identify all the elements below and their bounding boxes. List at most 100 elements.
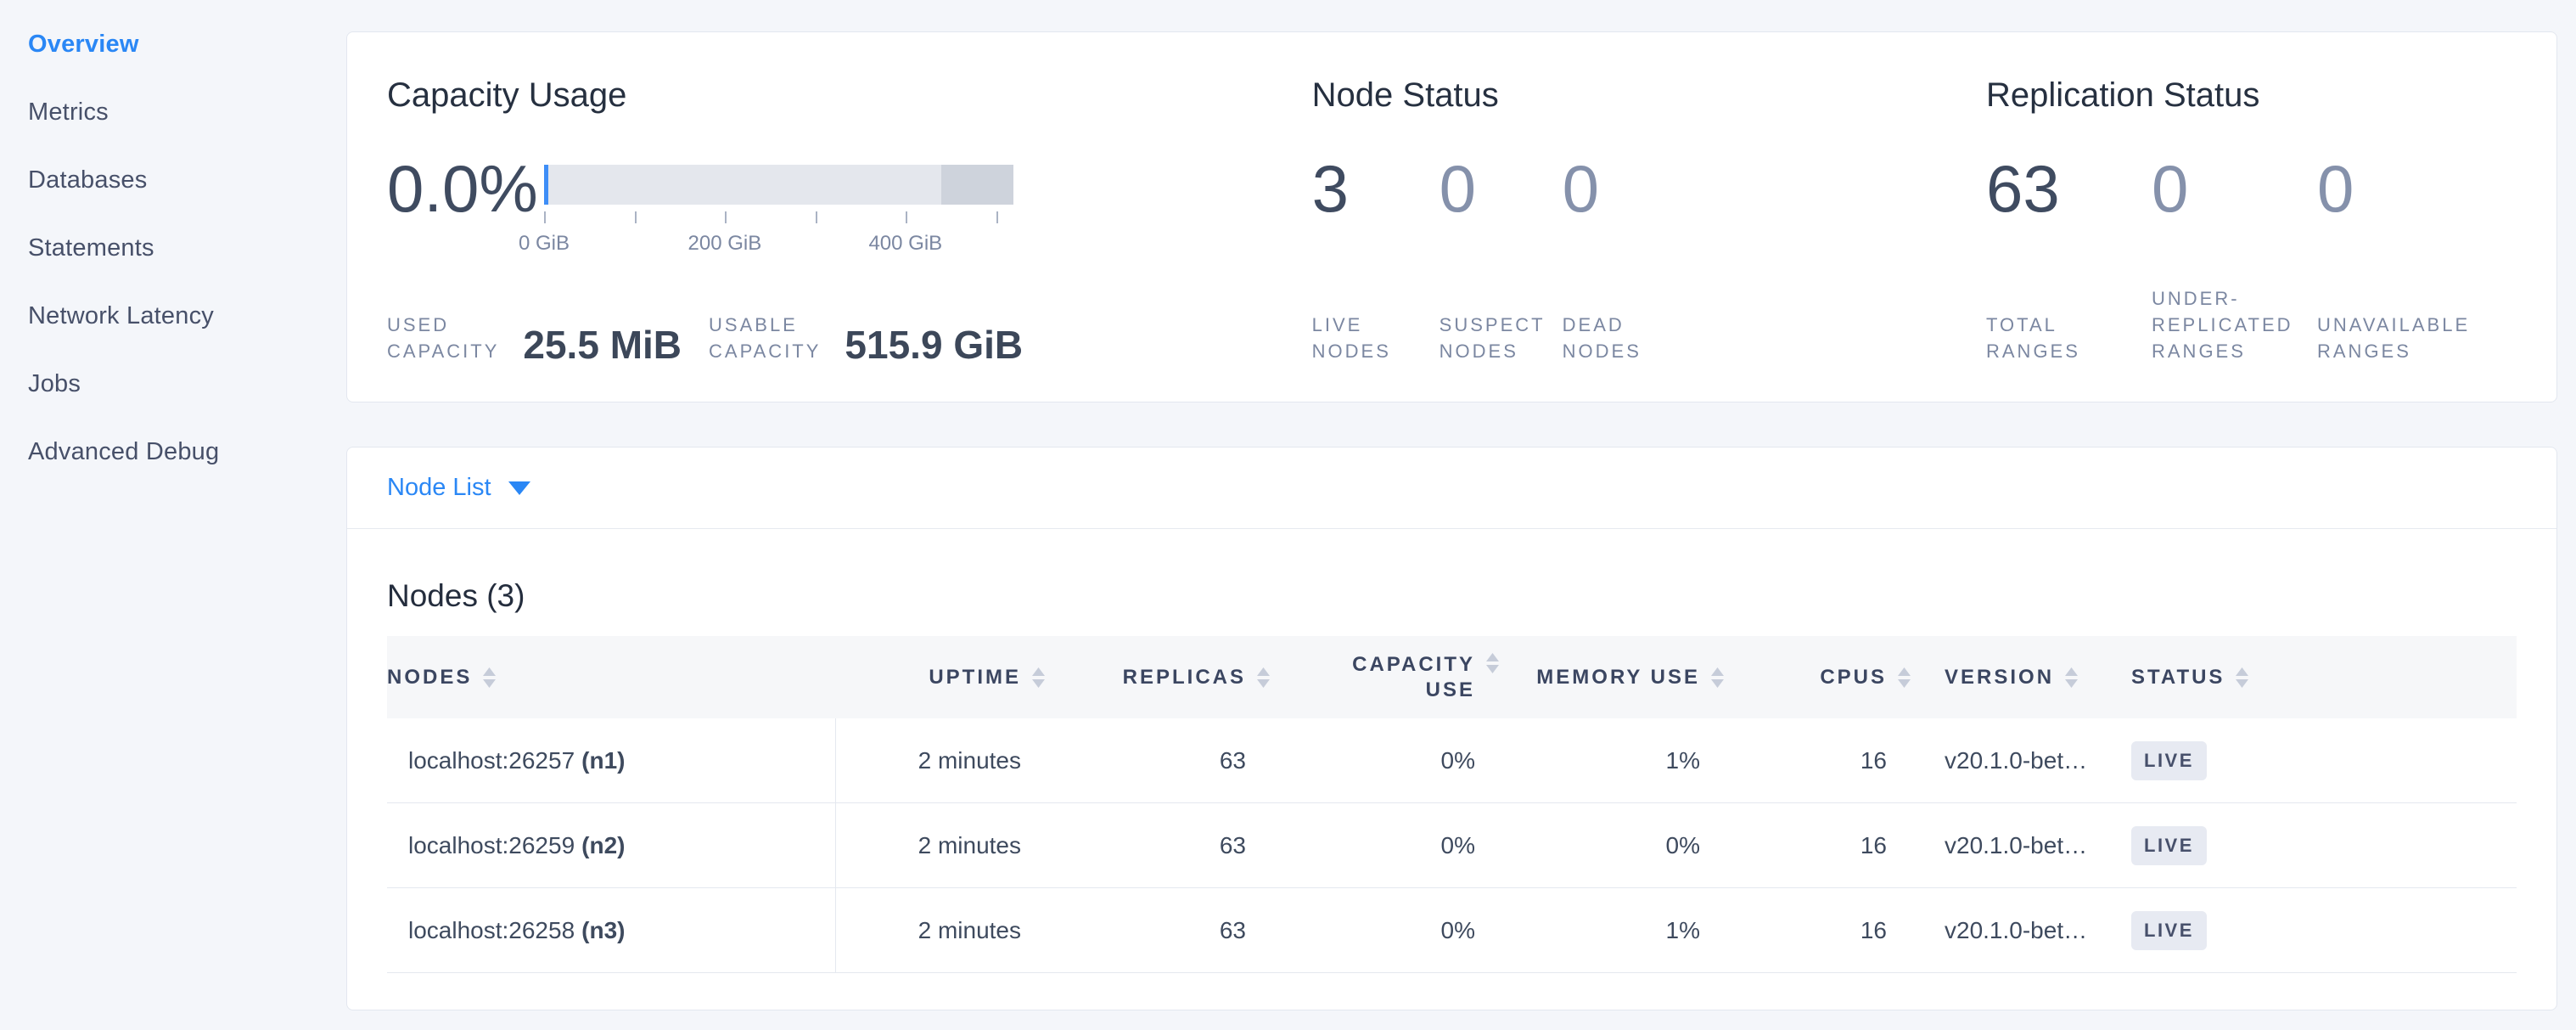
cell-capacity-use: 0% [1278,803,1507,887]
capacity-usage-section: Capacity Usage 0.0% 0 GiB200 GiB400 GiB … [387,75,1312,402]
stat-label-suspect-nodes: SUSPECTNODES [1440,312,1563,364]
stat-label-under-replicated-ranges: UNDER-REPLICATEDRANGES [2152,285,2317,364]
cell-memory-use: 1% [1507,888,1732,972]
column-header-version[interactable]: VERSION [1919,636,2114,718]
status-badge: LIVE [2131,826,2207,865]
sidebar-item-statements[interactable]: Statements [28,234,346,302]
node-list-dropdown[interactable]: Node List [347,447,2556,529]
column-header-memory-use[interactable]: MEMORY USE [1507,636,1732,718]
stat-value-unavailable-ranges: 0 [2317,153,2517,224]
axis-tick-label: 0 GiB [519,232,570,256]
node-list-dropdown-label: Node List [387,474,491,502]
summary-value: 25.5 MiB [523,325,682,364]
stat-value-total-ranges: 63 [1986,153,2152,224]
capacity-bar-used-marker [544,165,548,205]
cell-replicas: 63 [1053,803,1278,887]
sidebar-item-databases[interactable]: Databases [28,166,346,234]
capacity-summary: USEDCAPACITY 25.5 MiB USABLECAPACITY 515.9 … [387,312,1312,364]
cell-replicas: 63 [1053,718,1278,802]
status-badge: LIVE [2131,741,2207,780]
sidebar-item-advanced-debug[interactable]: Advanced Debug [28,438,346,506]
stat-value-suspect-nodes: 0 [1440,153,1563,224]
column-header-status[interactable]: STATUS [2114,636,2517,718]
table-row-n3[interactable]: localhost:26258(n3)2 minutes630%1%16v20.… [387,888,2517,973]
table-row-n2[interactable]: localhost:26259(n2)2 minutes630%0%16v20.… [387,803,2517,888]
summary-label: USABLECAPACITY [709,312,821,364]
axis-tick [816,211,817,223]
capacity-summary-usable: USABLECAPACITY 515.9 GiB [709,312,1023,364]
column-header-capacity-use[interactable]: CAPACITYUSE [1278,636,1507,718]
sidebar-item-jobs[interactable]: Jobs [28,370,346,438]
cell-capacity-use: 0% [1278,888,1507,972]
cell-replicas: 63 [1053,888,1278,972]
replication-status-section: Replication Status 6300TOTALRANGESUNDER-… [1986,75,2517,402]
cell-memory-use: 1% [1507,718,1732,802]
sidebar-item-metrics[interactable]: Metrics [28,98,346,166]
cell-cpus: 16 [1732,888,1919,972]
stat-value-under-replicated-ranges: 0 [2152,153,2317,224]
stat-label-total-ranges: TOTALRANGES [1986,312,2152,364]
cell-uptime: 2 minutes [836,803,1053,887]
cell-status: LIVE [2114,718,2517,802]
sort-icon [1486,653,1499,673]
capacity-bar-other [941,165,1013,205]
axis-tick [725,211,727,223]
axis-tick [635,211,637,223]
stat-value-dead-nodes: 0 [1563,153,1749,224]
node-address: localhost:26259(n2) [387,803,836,887]
cell-uptime: 2 minutes [836,888,1053,972]
nodes-heading: Nodes (3) [387,578,2517,614]
capacity-usage-title: Capacity Usage [387,75,1312,115]
axis-tick [996,211,998,223]
axis-tick-label: 400 GiB [868,232,942,256]
stat-label-unavailable-ranges: UNAVAILABLERANGES [2317,312,2517,364]
sort-icon [1257,667,1270,688]
cell-capacity-use: 0% [1278,718,1507,802]
cell-version: v20.1.0-bet… [1919,718,2114,802]
stat-label-dead-nodes: DEADNODES [1563,312,1749,364]
axis-tick-label: 200 GiB [688,232,762,256]
capacity-axis: 0 GiB200 GiB400 GiB [544,211,1013,262]
node-list-card: Node List Nodes (3) NODES UPTIME REPLICA… [346,447,2557,1010]
sort-icon [2236,667,2248,688]
cell-status: LIVE [2114,888,2517,972]
axis-tick [906,211,907,223]
node-status-title: Node Status [1312,75,1986,115]
summary-value: 515.9 GiB [845,325,1023,364]
cell-status: LIVE [2114,803,2517,887]
node-address: localhost:26257(n1) [387,718,836,802]
status-badge: LIVE [2131,911,2207,950]
sort-icon [483,667,496,688]
sidebar: OverviewMetricsDatabasesStatementsNetwor… [0,0,346,1030]
node-status-section: Node Status 300LIVENODESSUSPECTNODESDEAD… [1312,75,1986,402]
table-row-n1[interactable]: localhost:26257(n1)2 minutes630%1%16v20.… [387,718,2517,803]
cell-memory-use: 0% [1507,803,1732,887]
cell-uptime: 2 minutes [836,718,1053,802]
sort-icon [1032,667,1045,688]
stat-label-live-nodes: LIVENODES [1312,312,1440,364]
sort-icon [1711,667,1724,688]
capacity-bar-usable [544,165,941,205]
column-header-uptime[interactable]: UPTIME [836,636,1053,718]
cell-cpus: 16 [1732,803,1919,887]
column-header-cpus[interactable]: CPUS [1732,636,1919,718]
node-address: localhost:26258(n3) [387,888,836,972]
cell-version: v20.1.0-bet… [1919,803,2114,887]
summary-label: USEDCAPACITY [387,312,499,364]
sidebar-item-overview[interactable]: Overview [28,31,346,98]
chevron-down-icon [508,481,530,495]
capacity-bar-chart: 0 GiB200 GiB400 GiB [544,165,1013,262]
cell-version: v20.1.0-bet… [1919,888,2114,972]
column-header-node[interactable]: NODES [387,636,836,718]
capacity-summary-used: USEDCAPACITY 25.5 MiB [387,312,682,364]
sidebar-item-network-latency[interactable]: Network Latency [28,302,346,370]
sort-icon [1898,667,1911,688]
nodes-table-header: NODES UPTIME REPLICAS CAPACITYUSE MEMORY… [387,636,2517,718]
nodes-table: NODES UPTIME REPLICAS CAPACITYUSE MEMORY… [387,636,2517,973]
axis-tick [544,211,546,223]
cluster-overview-card: Capacity Usage 0.0% 0 GiB200 GiB400 GiB … [346,31,2557,402]
stat-value-live-nodes: 3 [1312,153,1440,224]
column-header-replicas[interactable]: REPLICAS [1053,636,1278,718]
cell-cpus: 16 [1732,718,1919,802]
sort-icon [2065,667,2078,688]
